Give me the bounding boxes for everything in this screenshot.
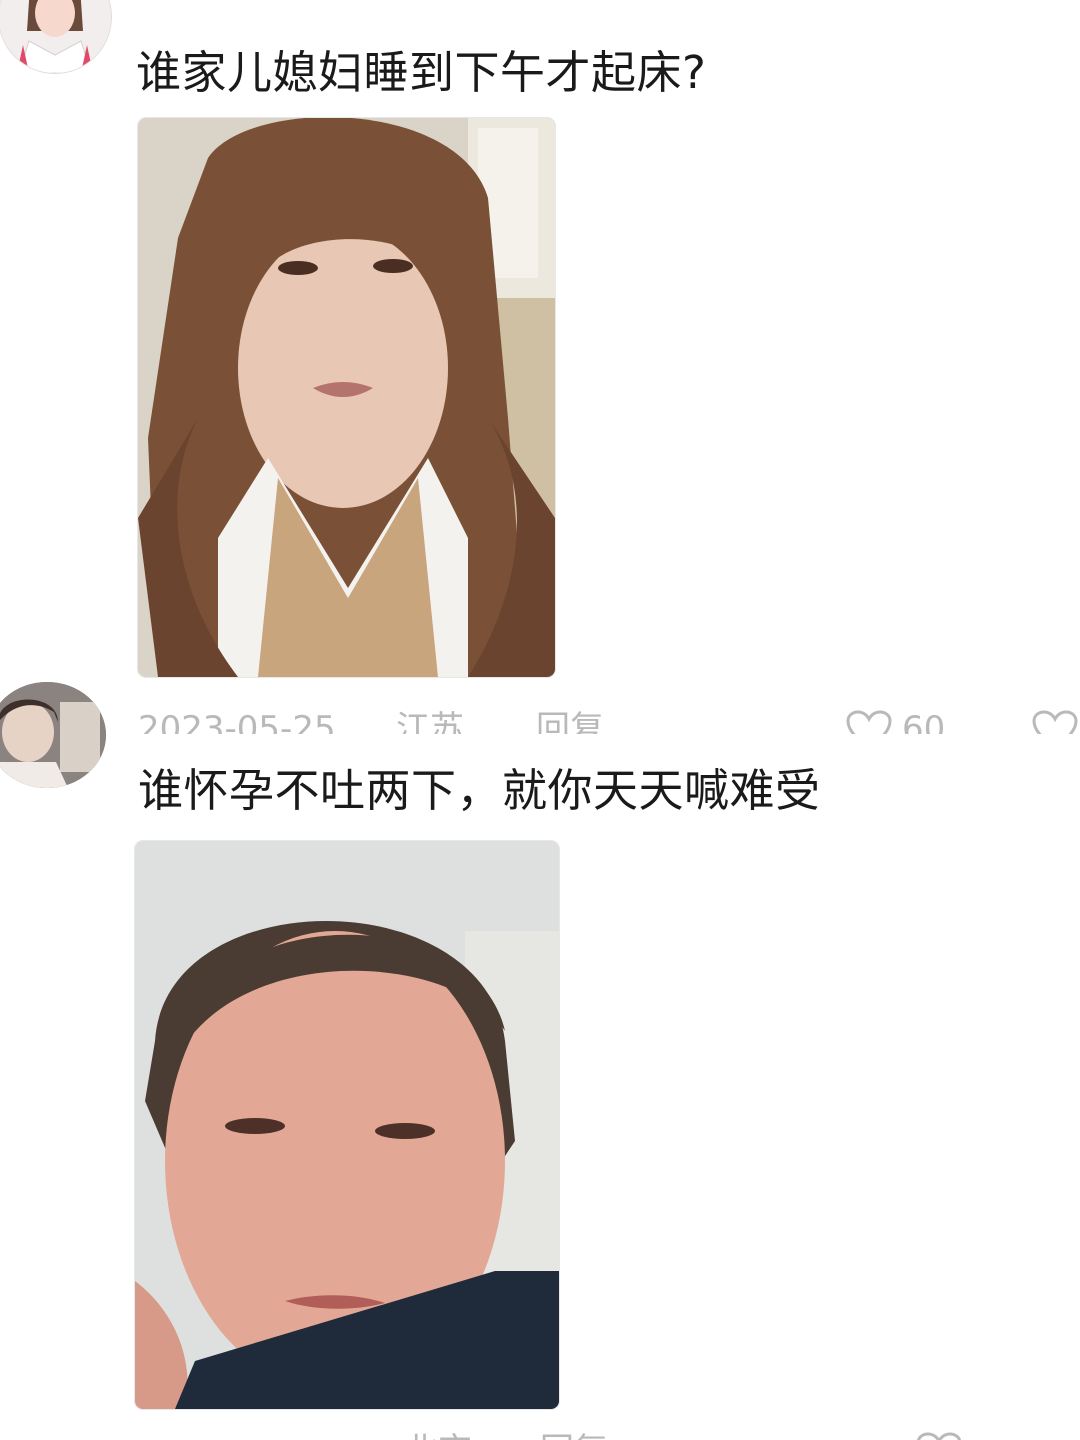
comment-item: 谁怀孕不吐两下，就你天天喊难受 北京 回复 [0, 682, 1080, 1440]
comment-meta: 北京 回复 [0, 1426, 1080, 1440]
comment-photo[interactable] [134, 840, 560, 1410]
comment-location: 北京 [404, 1434, 472, 1440]
avatar-image [0, 682, 106, 788]
user-avatar[interactable] [0, 0, 112, 74]
user-avatar[interactable] [0, 682, 106, 788]
comment-text: 谁家儿媳妇睡到下午才起床? [136, 46, 707, 99]
avatar-image [0, 0, 111, 73]
comment-item: 谁家儿媳妇睡到下午才起床? 2023-05-25 江苏 回复 60 [0, 0, 1080, 734]
comment-photo[interactable] [137, 117, 556, 678]
heart-outline-icon[interactable] [916, 1432, 962, 1440]
photo-image [138, 118, 555, 677]
comment-text: 谁怀孕不吐两下，就你天天喊难受 [138, 764, 821, 817]
reply-button[interactable]: 回复 [540, 1434, 608, 1440]
photo-image [135, 841, 559, 1409]
